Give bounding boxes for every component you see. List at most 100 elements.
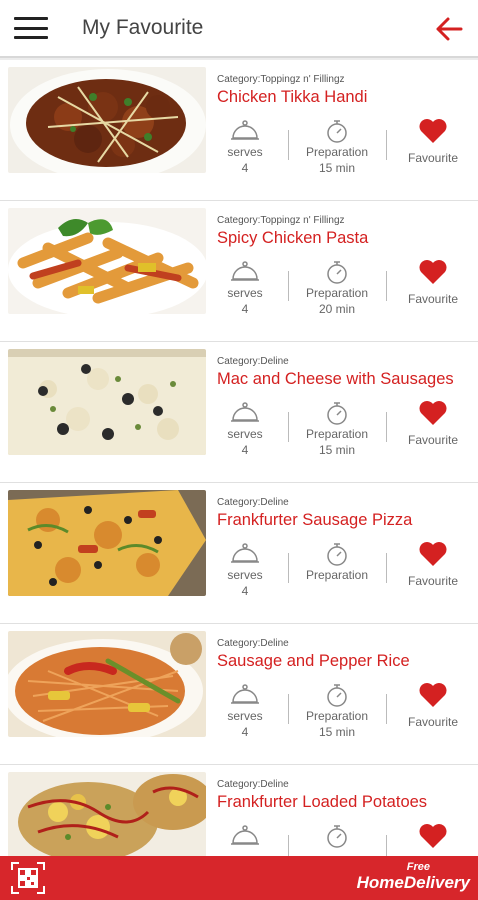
stopwatch-icon: [327, 684, 347, 707]
heart-icon[interactable]: [418, 400, 448, 426]
promo-small-text: Free: [406, 861, 430, 873]
recipe-category: Category:Deline: [217, 356, 289, 367]
recipe-category: Category:Deline: [217, 779, 289, 790]
preparation-stat: Preparation 15 min: [297, 682, 377, 740]
serves-stat: serves 4: [217, 400, 273, 458]
preparation-label: Preparation: [305, 568, 369, 582]
serves-label: serves: [227, 145, 263, 159]
serves-stat: serves 4: [217, 682, 273, 740]
preparation-stat: Preparation 15 min: [297, 118, 377, 176]
recipe-name[interactable]: Spicy Chicken Pasta: [217, 229, 474, 248]
favourite-label: Favourite: [407, 433, 459, 447]
favourite-toggle[interactable]: Favourite: [397, 259, 469, 307]
recipe-image: [8, 67, 206, 173]
favourite-toggle[interactable]: Favourite: [397, 400, 469, 448]
favourite-toggle[interactable]: Favourite: [397, 682, 469, 730]
divider: [386, 835, 387, 856]
page-title: My Favourite: [82, 16, 204, 39]
recipe-card[interactable]: Category:Toppingz n' Fillingz Spicy Chic…: [0, 201, 478, 342]
recipe-image: [8, 772, 206, 856]
recipe-card[interactable]: Category:Deline Frankfurter Sausage Pizz…: [0, 483, 478, 624]
divider: [288, 412, 289, 442]
favourite-toggle[interactable]: [397, 823, 469, 849]
recipe-card[interactable]: Category:Deline Sausage and Pepper Rice …: [0, 624, 478, 765]
divider: [386, 694, 387, 724]
preparation-value: 15 min: [318, 161, 356, 175]
divider: [386, 412, 387, 442]
divider: [386, 130, 387, 160]
recipe-name[interactable]: Sausage and Pepper Rice: [217, 652, 474, 671]
stopwatch-icon: [327, 402, 347, 425]
recipe-name[interactable]: Frankfurter Loaded Potatoes: [217, 793, 474, 812]
cloche-icon: [231, 684, 259, 704]
qr-code-icon[interactable]: [11, 862, 45, 894]
recipe-category: Category:Toppingz n' Fillingz: [217, 74, 345, 85]
preparation-label: Preparation: [305, 709, 369, 723]
heart-icon[interactable]: [418, 682, 448, 708]
recipe-image: [8, 631, 206, 737]
recipe-category: Category:Toppingz n' Fillingz: [217, 215, 345, 226]
recipe-name[interactable]: Mac and Cheese with Sausages: [217, 370, 474, 389]
app-bar: My Favourite: [0, 0, 478, 58]
promo-big-text: HomeDelivery: [356, 873, 470, 892]
serves-label: serves: [227, 568, 263, 582]
recipe-category: Category:Deline: [217, 638, 289, 649]
stopwatch-icon: [327, 261, 347, 284]
preparation-stat: Preparation 20 min: [297, 259, 377, 317]
divider: [386, 553, 387, 583]
recipe-card[interactable]: Category:Toppingz n' Fillingz Chicken Ti…: [0, 60, 478, 201]
divider: [288, 553, 289, 583]
favourite-label: Favourite: [407, 574, 459, 588]
serves-stat: serves 4: [217, 541, 273, 599]
back-arrow-icon[interactable]: [434, 14, 464, 44]
favourite-label: Favourite: [407, 715, 459, 729]
recipe-image: [8, 490, 206, 596]
preparation-value: 15 min: [318, 725, 356, 739]
heart-icon[interactable]: [418, 259, 448, 285]
serves-value: 4: [241, 584, 249, 598]
recipe-name[interactable]: Chicken Tikka Handi: [217, 88, 474, 107]
serves-value: 4: [241, 725, 249, 739]
preparation-label: Preparation: [305, 145, 369, 159]
preparation-stat: Preparation 15 min: [297, 400, 377, 458]
serves-label: serves: [227, 427, 263, 441]
cloche-icon: [231, 402, 259, 422]
serves-value: 4: [241, 302, 249, 316]
divider: [288, 694, 289, 724]
favourite-toggle[interactable]: Favourite: [397, 118, 469, 166]
stopwatch-icon: [327, 825, 347, 848]
hamburger-menu-icon[interactable]: [14, 17, 48, 39]
divider: [288, 130, 289, 160]
divider: [386, 271, 387, 301]
heart-icon[interactable]: [418, 541, 448, 567]
recipe-card[interactable]: Category:Deline Frankfurter Loaded Potat…: [0, 765, 478, 856]
serves-label: serves: [227, 709, 263, 723]
promo-footer[interactable]: Free HomeDelivery: [0, 856, 478, 900]
preparation-label: Preparation: [305, 427, 369, 441]
heart-icon[interactable]: [418, 823, 448, 849]
serves-stat: serves 4: [217, 118, 273, 176]
recipe-category: Category:Deline: [217, 497, 289, 508]
favourite-label: Favourite: [407, 292, 459, 306]
serves-stat: serves 4: [217, 259, 273, 317]
preparation-stat: [297, 823, 377, 849]
serves-value: 4: [241, 443, 249, 457]
stopwatch-icon: [327, 120, 347, 143]
serves-value: 4: [241, 161, 249, 175]
serves-stat: [217, 823, 273, 849]
favourite-label: Favourite: [407, 151, 459, 165]
free-home-delivery-banner[interactable]: Free HomeDelivery: [357, 861, 470, 893]
preparation-stat: Preparation: [297, 541, 377, 583]
divider: [288, 835, 289, 856]
serves-label: serves: [227, 286, 263, 300]
stopwatch-icon: [327, 543, 347, 566]
favourite-toggle[interactable]: Favourite: [397, 541, 469, 589]
preparation-value: 15 min: [318, 443, 356, 457]
cloche-icon: [231, 120, 259, 140]
recipe-name[interactable]: Frankfurter Sausage Pizza: [217, 511, 474, 530]
heart-icon[interactable]: [418, 118, 448, 144]
favourite-list[interactable]: Category:Toppingz n' Fillingz Chicken Ti…: [0, 60, 478, 856]
preparation-value: 20 min: [318, 302, 356, 316]
recipe-card[interactable]: Category:Deline Mac and Cheese with Saus…: [0, 342, 478, 483]
preparation-label: Preparation: [305, 286, 369, 300]
